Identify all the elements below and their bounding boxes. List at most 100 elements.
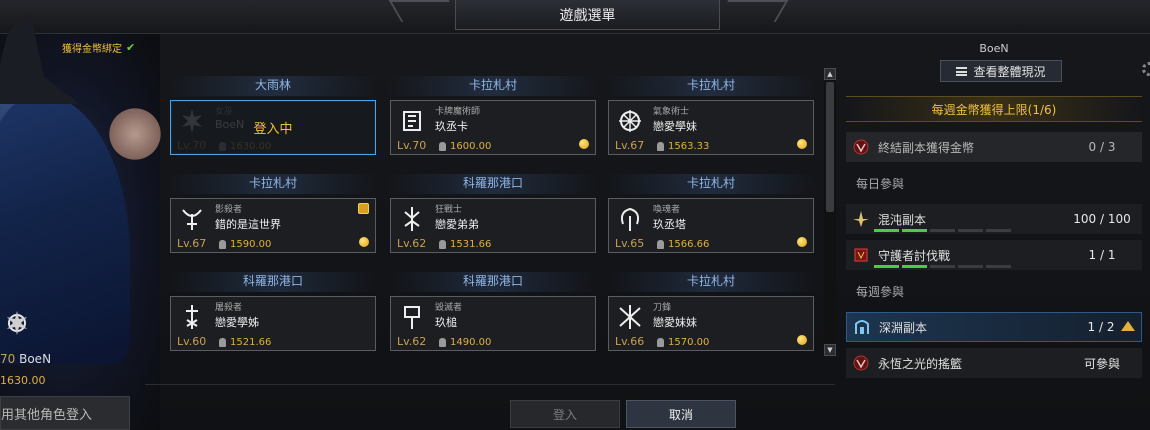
gold-raid-label: 終結副本獲得金幣 — [878, 140, 975, 155]
slot-class: 刀鋒 — [653, 303, 672, 313]
daily-section-title: 每日參與 — [846, 168, 1142, 198]
helmet-icon — [219, 338, 226, 347]
cradle-label: 永恆之光的搖籃 — [878, 356, 963, 371]
slot-item-level-value: 1563.33 — [668, 141, 710, 152]
helmet-icon — [439, 338, 446, 347]
daily-section-label: 每日參與 — [856, 176, 905, 191]
slot-location: 科羅那港口 — [388, 272, 598, 292]
character-card[interactable]: 屠殺者 戀愛學姊 Lv.60 1521.66 — [170, 296, 376, 351]
character-card[interactable]: 女巫BoeNLv.701630.00登入中 — [170, 100, 376, 155]
character-slot[interactable]: 卡拉札村氣象術士 戀愛學妹 Lv.67 1563.33 — [606, 76, 816, 155]
character-item-level: 1630.00 — [0, 374, 46, 387]
slot-location: 卡拉札村 — [606, 174, 816, 194]
character-preview-panel — [0, 14, 165, 430]
game-menu-window: 遊戲選單 獲得金幣綁定 ✔ 70 BoeN 1630.00 用其他角色登入 大雨… — [0, 0, 1150, 430]
guardian-raid-value: 1 / 1 — [1088, 248, 1116, 262]
character-slot[interactable]: 科羅那港口 狂戰士 戀愛弟弟 Lv.62 1531.66 — [388, 174, 598, 253]
deathblade-icon — [615, 302, 645, 332]
character-name: BoeN — [19, 352, 52, 366]
progress-pip — [874, 265, 899, 268]
title-bar: 遊戲選單 — [0, 0, 1150, 34]
slot-item-level: 1521.66 — [219, 337, 271, 348]
login-button[interactable]: 登入 — [510, 400, 620, 428]
slot-location: 卡拉札村 — [388, 76, 598, 96]
abyss-dungeon-icon — [851, 316, 873, 338]
card-master-icon — [397, 106, 427, 136]
slot-class: 狂戰士 — [435, 205, 463, 215]
helmet-icon — [219, 240, 226, 249]
gold-coin-icon — [579, 139, 589, 149]
slot-name: 戀愛學妹 — [653, 120, 697, 133]
view-overview-button[interactable]: 查看整體現況 — [940, 60, 1062, 82]
chaos-dungeon-value: 100 / 100 — [1073, 212, 1131, 226]
slot-location: 科羅那港口 — [168, 272, 378, 292]
gold-bind-label: 獲得金幣綁定 — [62, 44, 122, 55]
view-overview-label: 查看整體現況 — [973, 64, 1046, 79]
character-card[interactable]: 影殺者 錯的是這世界 Lv.67 1590.00 — [170, 198, 376, 253]
character-card[interactable]: 卡牌魔術師 玖丞卡 Lv.70 1600.00 — [390, 100, 596, 155]
abyss-dungeon-row[interactable]: 深淵副本 1 / 2 — [846, 312, 1142, 342]
scroll-down-icon[interactable]: ▼ — [824, 344, 836, 356]
chaos-dungeon-label: 混沌副本 — [878, 212, 927, 227]
slot-level: Lv.62 — [397, 237, 427, 250]
slot-level: Lv.62 — [397, 335, 427, 348]
cradle-row: 永恆之光的搖籃 可參與 — [846, 348, 1142, 378]
slot-item-level: 1566.66 — [657, 239, 709, 250]
slot-level: Lv.70 — [397, 139, 427, 152]
character-slot[interactable]: 科羅那港口 屠殺者 戀愛學姊 Lv.60 1521.66 — [168, 272, 378, 351]
character-card[interactable]: 毀滅者 玖槌 Lv.62 1490.00 — [390, 296, 596, 351]
slot-level: Lv.67 — [177, 237, 207, 250]
scroll-up-icon[interactable]: ▲ — [824, 68, 836, 80]
character-card[interactable]: 氣象術士 戀愛學妹 Lv.67 1563.33 — [608, 100, 814, 155]
slot-location: 卡拉札村 — [606, 76, 816, 96]
slot-level: Lv.66 — [615, 335, 645, 348]
character-card[interactable]: 狂戰士戀愛弟弟 Lv.62 1531.66 — [390, 198, 596, 253]
chaos-dungeon-row: 混沌副本 100 / 100 — [846, 204, 1142, 234]
arrow-up-icon — [1121, 321, 1135, 331]
title-ornament-left — [388, 0, 462, 22]
weekly-section-title: 每週參與 — [846, 276, 1142, 306]
soul-eater-icon — [615, 204, 645, 234]
character-card[interactable]: 喚魂者 玖丞塔 Lv.65 1566.66 — [608, 198, 814, 253]
character-slot[interactable]: 卡拉札村 刀鋒 戀愛妹妹 Lv.66 1570.00 — [606, 272, 816, 351]
other-character-login-button[interactable]: 用其他角色登入 — [0, 396, 130, 430]
slot-class: 影殺者 — [215, 205, 243, 215]
activity-panel: BoeN 查看整體現況 每週金幣獲得上限(1/6) 終結副本獲得金幣 0 / 3… — [846, 40, 1150, 380]
slot-name: 戀愛弟弟 — [435, 218, 479, 231]
slot-item-level-value: 1566.66 — [668, 239, 710, 250]
guardian-raid-label: 守護者討伐戰 — [878, 248, 951, 263]
guardian-raid-icon — [850, 244, 872, 266]
bottom-divider — [145, 384, 835, 385]
character-slot[interactable]: 卡拉札村 卡牌魔術師 玖丞卡 Lv.70 1600.00 — [388, 76, 598, 155]
gold-coin-icon — [359, 237, 369, 247]
slot-item-level-value: 1531.66 — [450, 239, 492, 250]
character-name-line: 70 BoeN — [0, 352, 51, 366]
gear-icon[interactable] — [1142, 62, 1150, 76]
slot-scrollbar[interactable]: ▲ ▼ — [824, 68, 836, 356]
gold-coin-icon — [797, 237, 807, 247]
slot-name: 玖丞塔 — [653, 218, 686, 231]
character-slot[interactable]: 科羅那港口毀滅者 玖槌 Lv.62 1490.00 — [388, 272, 598, 351]
cradle-value: 可參與 — [1083, 356, 1120, 371]
character-slot[interactable]: 大雨林女巫BoeNLv.701630.00登入中 — [168, 76, 378, 155]
gold-raid-row: 終結副本獲得金幣 0 / 3 — [846, 132, 1142, 162]
slot-item-level-value: 1570.00 — [668, 337, 710, 348]
weekly-section-label: 每週參與 — [856, 284, 905, 299]
helmet-icon — [439, 142, 446, 151]
shadowhunter-icon — [177, 204, 207, 234]
character-slot[interactable]: 卡拉札村 影殺者 錯的是這世界 Lv.67 1590.00 — [168, 174, 378, 253]
slayer-icon — [177, 302, 207, 332]
scroll-thumb[interactable] — [826, 82, 834, 212]
chaos-progress-pips — [874, 229, 1011, 232]
slot-class: 屠殺者 — [215, 303, 243, 313]
window-title: 遊戲選單 — [455, 0, 720, 30]
character-card[interactable]: 刀鋒 戀愛妹妹 Lv.66 1570.00 — [608, 296, 814, 351]
slot-item-level: 1600.00 — [439, 141, 491, 152]
gold-raid-value: 0 / 3 — [1088, 140, 1116, 154]
character-slot[interactable]: 卡拉札村喚魂者 玖丞塔 Lv.65 1566.66 — [606, 174, 816, 253]
slot-item-level: 1531.66 — [439, 239, 491, 250]
slot-name: 戀愛學姊 — [215, 316, 259, 329]
helmet-icon — [657, 240, 664, 249]
slot-item-level: 1563.33 — [657, 141, 709, 152]
cancel-button[interactable]: 取消 — [626, 400, 736, 428]
